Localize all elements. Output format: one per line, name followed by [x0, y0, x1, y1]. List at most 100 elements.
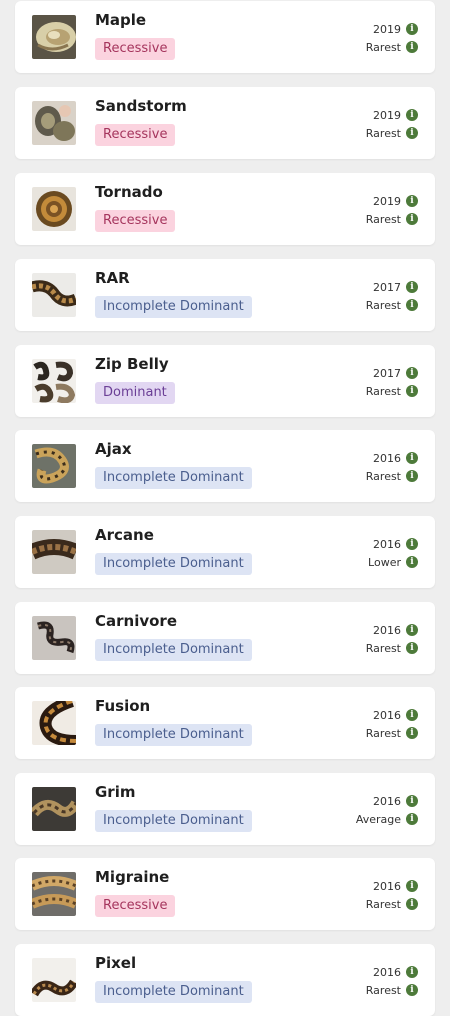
info-icon[interactable]: i — [406, 109, 418, 121]
year-discovered: 2016 — [373, 451, 401, 465]
morph-card[interactable]: Arcane Incomplete Dominant 2016 i Lower … — [15, 516, 435, 588]
year-discovered: 2016 — [373, 879, 401, 893]
morph-card[interactable]: Pixel Incomplete Dominant 2016 i Rarest … — [15, 944, 435, 1016]
info-icon[interactable]: i — [406, 127, 418, 139]
morph-card[interactable]: Fusion Incomplete Dominant 2016 i Rarest… — [15, 687, 435, 759]
snake-photo — [32, 444, 76, 488]
year-discovered: 2016 — [373, 708, 401, 722]
snake-thumbnail[interactable] — [32, 359, 76, 403]
morph-name: Fusion — [95, 697, 151, 715]
morph-name: Grim — [95, 783, 136, 801]
rarity-row: Rarest i — [366, 126, 418, 140]
year-row: 2016 i — [373, 537, 418, 551]
morph-name: RAR — [95, 269, 130, 287]
morph-card[interactable]: Carnivore Incomplete Dominant 2016 i Rar… — [15, 602, 435, 674]
rarity-level: Rarest — [365, 469, 401, 483]
morph-name: Ajax — [95, 440, 132, 458]
snake-thumbnail[interactable] — [32, 616, 76, 660]
info-icon[interactable]: i — [406, 195, 418, 207]
info-icon[interactable]: i — [406, 281, 418, 293]
rarity-level: Rarest — [365, 726, 401, 740]
info-icon[interactable]: i — [406, 538, 418, 550]
rarity-level: Rarest — [365, 384, 401, 398]
info-icon[interactable]: i — [406, 556, 418, 568]
snake-photo — [32, 273, 76, 317]
year-row: 2016 i — [373, 794, 418, 808]
info-icon[interactable]: i — [406, 299, 418, 311]
info-icon[interactable]: i — [406, 880, 418, 892]
snake-photo — [32, 187, 76, 231]
year-discovered: 2019 — [373, 194, 401, 208]
rarity-level: Rarest — [365, 641, 401, 655]
inheritance-badge: Incomplete Dominant — [95, 639, 252, 661]
year-discovered: 2016 — [373, 623, 401, 637]
morph-card[interactable]: Zip Belly Dominant 2017 i Rarest i — [15, 345, 435, 417]
rarity-level: Rarest — [365, 212, 401, 226]
year-discovered: 2017 — [373, 366, 401, 380]
rarity-level: Rarest — [365, 298, 401, 312]
info-icon[interactable]: i — [406, 367, 418, 379]
morph-card[interactable]: Grim Incomplete Dominant 2016 i Average … — [15, 773, 435, 845]
snake-thumbnail[interactable] — [32, 187, 76, 231]
snake-thumbnail[interactable] — [32, 958, 76, 1002]
info-icon[interactable]: i — [406, 709, 418, 721]
inheritance-badge: Recessive — [95, 38, 176, 60]
year-discovered: 2016 — [373, 537, 401, 551]
snake-thumbnail[interactable] — [32, 15, 76, 59]
info-icon[interactable]: i — [406, 984, 418, 996]
info-icon[interactable]: i — [406, 452, 418, 464]
inheritance-badge: Dominant — [95, 382, 175, 404]
info-icon[interactable]: i — [406, 470, 418, 482]
morph-card[interactable]: Ajax Incomplete Dominant 2016 i Rarest i — [15, 430, 435, 502]
info-icon[interactable]: i — [406, 23, 418, 35]
info-icon[interactable]: i — [406, 795, 418, 807]
inheritance-badge: Incomplete Dominant — [95, 296, 252, 318]
morph-card[interactable]: Tornado Recessive 2019 i Rarest i — [15, 173, 435, 245]
morph-name: Migraine — [95, 868, 170, 886]
snake-thumbnail[interactable] — [32, 872, 76, 916]
inheritance-badge: Incomplete Dominant — [95, 553, 252, 575]
year-row: 2019 i — [373, 108, 418, 122]
morph-card[interactable]: Migraine Recessive 2016 i Rarest i — [15, 858, 435, 930]
year-row: 2016 i — [373, 965, 418, 979]
year-discovered: 2019 — [373, 22, 401, 36]
year-row: 2017 i — [373, 366, 418, 380]
year-discovered: 2016 — [373, 965, 401, 979]
info-icon[interactable]: i — [406, 624, 418, 636]
inheritance-badge: Incomplete Dominant — [95, 467, 252, 489]
snake-thumbnail[interactable] — [32, 273, 76, 317]
rarity-row: Rarest i — [366, 212, 418, 226]
info-icon[interactable]: i — [406, 213, 418, 225]
rarity-level: Rarest — [365, 897, 401, 911]
snake-photo — [32, 15, 76, 59]
info-icon[interactable]: i — [406, 966, 418, 978]
snake-thumbnail[interactable] — [32, 444, 76, 488]
snake-thumbnail[interactable] — [32, 787, 76, 831]
info-icon[interactable]: i — [406, 813, 418, 825]
rarity-row: Rarest i — [366, 469, 418, 483]
rarity-row: Rarest i — [366, 897, 418, 911]
rarity-row: Average i — [356, 812, 418, 826]
morph-card[interactable]: Maple Recessive 2019 i Rarest i — [15, 1, 435, 73]
rarity-level: Rarest — [365, 126, 401, 140]
snake-photo — [32, 101, 76, 145]
info-icon[interactable]: i — [406, 385, 418, 397]
snake-thumbnail[interactable] — [32, 101, 76, 145]
morph-card[interactable]: Sandstorm Recessive 2019 i Rarest i — [15, 87, 435, 159]
info-icon[interactable]: i — [406, 727, 418, 739]
info-icon[interactable]: i — [406, 642, 418, 654]
snake-photo — [32, 359, 76, 403]
snake-thumbnail[interactable] — [32, 701, 76, 745]
info-icon[interactable]: i — [406, 898, 418, 910]
rarity-level: Rarest — [365, 983, 401, 997]
info-icon[interactable]: i — [406, 41, 418, 53]
morph-card[interactable]: RAR Incomplete Dominant 2017 i Rarest i — [15, 259, 435, 331]
year-row: 2016 i — [373, 879, 418, 893]
morph-name: Pixel — [95, 954, 137, 972]
rarity-level: Average — [355, 812, 401, 826]
snake-photo — [32, 701, 76, 745]
morph-name: Sandstorm — [95, 97, 187, 115]
year-row: 2016 i — [373, 623, 418, 637]
snake-thumbnail[interactable] — [32, 530, 76, 574]
rarity-row: Rarest i — [366, 298, 418, 312]
